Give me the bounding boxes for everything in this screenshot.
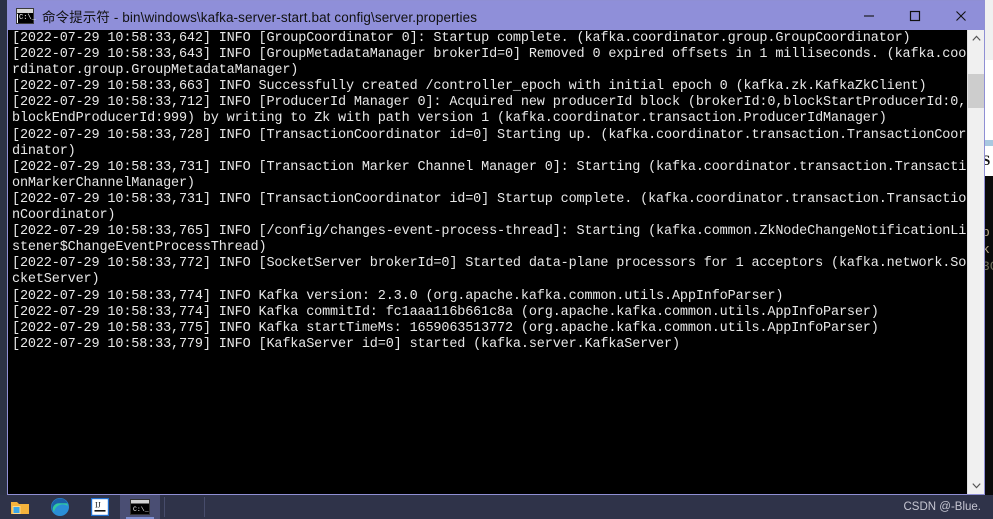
console-line: [2022-07-29 10:58:33,728] INFO [Transact… (12, 127, 967, 143)
console-line: cketServer) (12, 272, 100, 288)
console-line: onMarkerChannelManager) (12, 175, 195, 191)
screen: S b k 3C 命令提示符 - bin\windows\kafka-serve… (0, 0, 993, 519)
console-line: nCoordinator) (12, 208, 116, 224)
maximize-button[interactable] (892, 1, 938, 30)
window-title: 命令提示符 - bin\windows\kafka-server-start.b… (42, 9, 478, 25)
taskbar-item-command-prompt[interactable]: C:\_ (120, 495, 160, 519)
console-line: [2022-07-29 10:58:33,779] INFO [KafkaSer… (12, 336, 680, 352)
console-line: [2022-07-29 10:58:33,642] INFO [GroupCoo… (12, 31, 911, 46)
console-line: blockEndProducerId:999) by writing to Zk… (12, 111, 887, 127)
command-prompt-window: 命令提示符 - bin\windows\kafka-server-start.b… (7, 0, 985, 495)
console-line: stener$ChangeEventProcessThread) (12, 240, 267, 256)
taskbar-divider (204, 497, 205, 517)
desktop-left-strip (0, 0, 7, 495)
edge-icon (51, 498, 69, 516)
console-line: [2022-07-29 10:58:33,765] INFO [/config/… (12, 224, 967, 240)
taskbar-item-microsoft-edge[interactable] (40, 495, 80, 519)
csdn-watermark: CSDN @-Blue. (903, 501, 982, 513)
intellij-idea-icon: IJ (91, 498, 109, 516)
console-line: [2022-07-29 10:58:33,774] INFO Kafka ver… (12, 288, 784, 304)
console-line: [2022-07-29 10:58:33,772] INFO [SocketSe… (12, 256, 967, 272)
taskbar-items: IJ C:\_ (0, 495, 160, 519)
minimize-button[interactable] (846, 1, 892, 30)
scroll-up-arrow[interactable] (968, 30, 984, 47)
svg-text:C:\_: C:\_ (133, 506, 149, 513)
console-line: [2022-07-29 10:58:33,643] INFO [GroupMet… (12, 47, 967, 63)
taskbar-item-intellij-idea[interactable]: IJ (80, 495, 120, 519)
taskbar-divider (164, 497, 165, 517)
console-line: [2022-07-29 10:58:33,775] INFO Kafka sta… (12, 320, 879, 336)
console-output[interactable]: [2022-07-29 10:58:33,642] INFO [GroupCoo… (8, 30, 967, 494)
scroll-down-arrow[interactable] (968, 477, 984, 494)
file-explorer-icon (11, 501, 29, 514)
scroll-track[interactable] (968, 47, 984, 477)
taskbar: IJ C:\_ CSDN @-Blue. (0, 495, 993, 519)
taskbar-item-file-explorer[interactable] (0, 495, 40, 519)
console-line: [2022-07-29 10:58:33,712] INFO [Producer… (12, 95, 967, 111)
system-tray-expand-icon[interactable] (983, 495, 993, 519)
close-button[interactable] (938, 1, 984, 30)
svg-text:IJ: IJ (95, 501, 101, 510)
console-line: [2022-07-29 10:58:33,774] INFO Kafka com… (12, 304, 879, 320)
console-line: rdinator.group.GroupMetadataManager) (12, 63, 299, 79)
console-line: [2022-07-29 10:58:33,731] INFO [Transact… (12, 191, 967, 207)
console-line: [2022-07-29 10:58:33,731] INFO [Transact… (12, 159, 967, 175)
window-titlebar[interactable]: 命令提示符 - bin\windows\kafka-server-start.b… (8, 1, 984, 30)
console-scrollbar[interactable] (967, 30, 984, 494)
console-line: dinator) (12, 143, 76, 159)
scroll-thumb[interactable] (968, 74, 984, 108)
console-line: [2022-07-29 10:58:33,663] INFO Successfu… (12, 79, 927, 95)
command-prompt-icon (16, 7, 34, 24)
command-prompt-taskbar-icon: C:\_ (130, 499, 150, 515)
window-controls (846, 1, 984, 30)
console-body[interactable]: [2022-07-29 10:58:33,642] INFO [GroupCoo… (8, 30, 984, 494)
